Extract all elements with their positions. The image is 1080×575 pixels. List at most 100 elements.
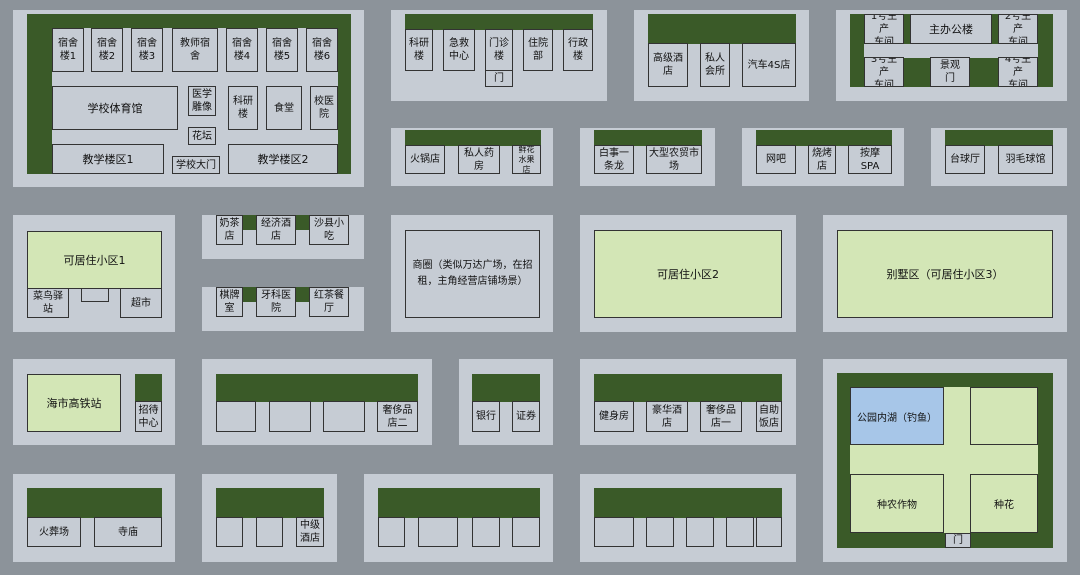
temple[interactable]: 寺庙 [94,517,162,547]
fitness-gym[interactable]: 健身房 [594,401,634,432]
car-4s-store[interactable]: 汽车4S店 [742,43,796,87]
canteen[interactable]: 食堂 [266,86,302,130]
park-flowers-label: 种花 [994,500,1014,511]
budget-hotel[interactable]: 经济酒 店 [256,215,296,245]
villa-area-label: 别墅区（可居住小区3） [886,268,1004,281]
private-pharmacy[interactable]: 私人药 房 [458,145,500,174]
chess-room[interactable]: 棋牌 室 [216,287,243,317]
hotel-green [648,14,796,44]
teaching-zone-2[interactable]: 教学楼区2 [228,144,338,174]
row3-b2-green1 [243,287,257,302]
gap-shop-1 [81,288,109,302]
main-office[interactable]: 主办公楼 [910,14,992,44]
dorm-6[interactable]: 宿舍 楼6 [306,28,338,72]
tea-restaurant[interactable]: 红茶餐 厅 [309,287,349,317]
outpatient-building[interactable]: 门诊 楼 [485,29,513,71]
workshop-3[interactable]: 3号生产 车间 [864,57,904,87]
bank[interactable]: 银行 [472,401,500,432]
buffet-restaurant[interactable]: 自助 饭店 [756,401,782,432]
row5-d-green [594,488,782,518]
park-crops-label: 种农作物 [877,500,917,511]
reception-center[interactable]: 招待 中心 [135,401,162,432]
mid-level-hotel[interactable]: 中级 酒店 [296,517,324,547]
farmers-market[interactable]: 大型农贸市 场 [646,145,702,174]
supermarket[interactable]: 超市 [120,288,162,318]
shaxian-snacks[interactable]: 沙县小 吃 [309,215,349,245]
row5-c-shop-3 [472,517,500,547]
milk-tea-shop[interactable]: 奶茶 店 [216,215,243,245]
landscape-gate[interactable]: 景观 门 [930,57,970,87]
row2-d-green [945,130,1053,146]
dorm-2[interactable]: 宿舍 楼2 [91,28,123,72]
residential-2-label: 可居住小区2 [657,268,719,281]
flower-fruit-shop[interactable]: 鲜花 水果 店 [512,145,541,174]
row2-a-green [405,130,541,146]
hospital-door[interactable]: 门 [485,70,513,87]
dorm-4[interactable]: 宿舍 楼4 [226,28,258,72]
factory-road [864,44,1038,58]
inpatient-dept[interactable]: 住院 部 [523,29,553,71]
row5-c-shop-1 [378,517,405,547]
row4-shop-1 [216,401,256,432]
hotpot-restaurant[interactable]: 火锅店 [405,145,445,174]
dorm-1[interactable]: 宿舍 楼1 [52,28,84,72]
cainiao-station[interactable]: 菜鸟驿站 [27,288,69,318]
row5-c-shop-2 [418,517,458,547]
hospital-research[interactable]: 科研 楼 [405,29,433,71]
medical-statue[interactable]: 医学 雕像 [188,86,216,116]
dorm-3[interactable]: 宿舍 楼3 [131,28,163,72]
securities[interactable]: 证券 [512,401,540,432]
row5-d-shop-2 [646,517,674,547]
luxury-store-1[interactable]: 奢侈品 店一 [700,401,742,432]
admin-building[interactable]: 行政 楼 [563,29,593,71]
row4-d-green [594,374,782,402]
badminton-hall[interactable]: 羽毛球馆 [998,145,1053,174]
row5-shop-1 [216,517,243,547]
row5-d-shop-4 [726,517,754,547]
row4-shop-3 [323,401,365,432]
dental-hospital[interactable]: 牙科医 院 [256,287,296,317]
shopping-mall[interactable]: 商圈（类似万达广场，在招 租，主角经营店铺场景） [405,230,540,318]
row4-shop-2 [269,401,311,432]
residential-1-label: 可居住小区1 [63,254,126,267]
emergency-center[interactable]: 急救 中心 [443,29,475,71]
luxury-store-2[interactable]: 奢侈品 店二 [377,401,418,432]
internet-cafe[interactable]: 网吧 [756,145,796,174]
row5-b-green [216,488,324,518]
billiards-hall[interactable]: 台球厅 [945,145,985,174]
row5-c-shop-4 [512,517,540,547]
flower-bed[interactable]: 花坛 [188,127,216,145]
luxury-hotel[interactable]: 高级酒店 [648,43,688,87]
station-green [135,374,162,402]
crematorium[interactable]: 火葬场 [27,517,81,547]
school-gate[interactable]: 学校大门 [172,156,220,174]
private-club[interactable]: 私人 会所 [700,43,730,87]
crematorium-green [27,488,162,518]
deluxe-hotel[interactable]: 豪华酒 店 [646,401,688,432]
row2-c-green [756,130,892,146]
row5-d-shop-3 [686,517,714,547]
hospital-green [405,14,593,30]
funeral-service[interactable]: 白事一 条龙 [594,145,634,174]
workshop-4[interactable]: 4号生产 车间 [998,57,1038,87]
teacher-dorm[interactable]: 教师宿 舍 [172,28,218,72]
bank-green [472,374,540,402]
school-clinic[interactable]: 校医 院 [310,86,338,130]
workshop-1[interactable]: 1号生产 车间 [864,14,904,44]
workshop-2[interactable]: 2号生产 车间 [998,14,1038,44]
row5-d-shop-5 [756,517,782,547]
dorm-5[interactable]: 宿舍 楼5 [266,28,298,72]
park-gate[interactable]: 门 [945,533,971,548]
row3-b2-green2 [296,287,310,302]
bbq-shop[interactable]: 烧烤 店 [808,145,836,174]
row3-b1-green2 [296,215,310,230]
campus-science-building[interactable]: 科研 楼 [228,86,258,130]
high-speed-station-label: 海市高铁站 [46,397,102,410]
row5-d-shop-1 [594,517,634,547]
school-gym[interactable]: 学校体育馆 [52,86,178,130]
teaching-zone-1[interactable]: 教学楼区1 [52,144,164,174]
row5-shop-2 [256,517,283,547]
massage-spa[interactable]: 按摩 SPA [848,145,892,174]
park-plot-top-right[interactable] [970,387,1038,445]
row5-c-green [378,488,540,518]
